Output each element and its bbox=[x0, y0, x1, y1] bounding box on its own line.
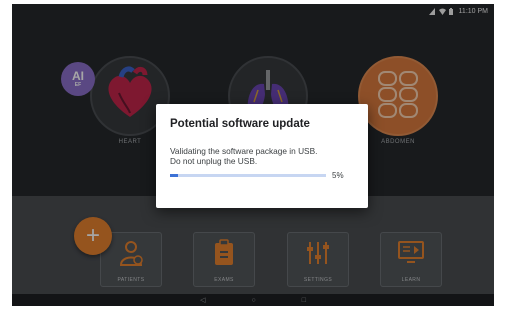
progress-fill bbox=[170, 174, 178, 178]
dialog-message: Validating the software package in USB. … bbox=[170, 146, 354, 166]
dialog-message-line2: Do not unplug the USB. bbox=[170, 156, 258, 167]
progress-track bbox=[170, 174, 326, 178]
device-screen: 11:10 PM AI EF HEART ABDOMEN PATIENTS EX… bbox=[12, 4, 494, 306]
dialog-message-line1: Validating the software package in USB. bbox=[170, 146, 318, 156]
progress-row: 5% bbox=[170, 171, 354, 180]
software-update-dialog: Potential software update Validating the… bbox=[156, 104, 368, 208]
dialog-title: Potential software update bbox=[170, 118, 310, 130]
progress-percent: 5% bbox=[332, 171, 344, 181]
